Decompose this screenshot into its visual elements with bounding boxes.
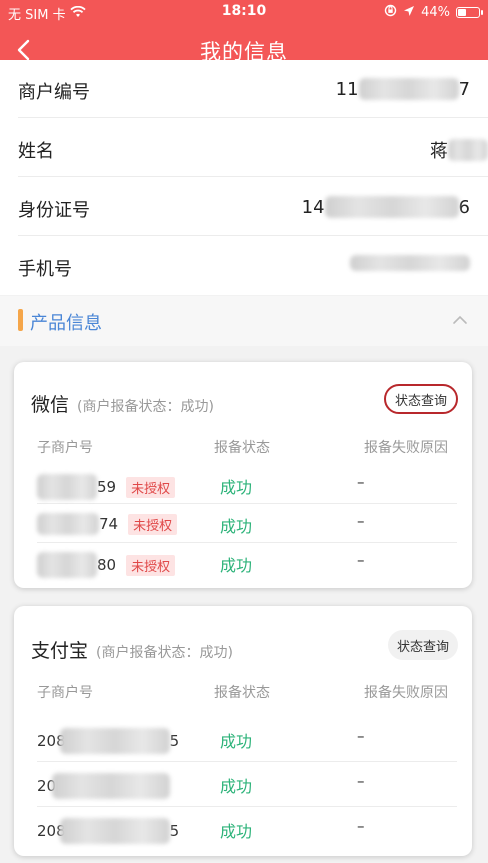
column-header-status: 报备状态 [214,440,270,456]
value-prefix: 11 [335,78,359,100]
value-prefix: 14 [301,196,325,218]
status-query-button[interactable]: 状态查询 [387,630,458,660]
info-row-name: 姓名 蒋 [18,118,488,177]
id-suffix: 5 [169,732,180,750]
info-row-id-card: 身份证号 14 6 [18,177,488,236]
info-value [350,255,470,271]
info-label: 姓名 [18,141,54,162]
value-prefix: 蒋 [430,141,448,162]
masked-value [324,196,459,218]
fail-reason: – [357,727,365,745]
masked-value [59,728,170,754]
column-header-reason: 报备失败原因 [364,685,448,701]
battery-percent: 44% [421,5,450,20]
report-status: 成功 [220,478,253,497]
info-label: 商户编号 [18,82,90,103]
column-header-submerchant: 子商户号 [37,440,93,456]
submerchant-id: 74 未授权 [37,513,178,535]
unauthorized-tag: 未授权 [126,554,176,576]
report-status: 成功 [220,517,253,536]
fail-reason: – [357,817,365,835]
submerchant-id: 80 未授权 [37,552,176,578]
wechat-card: 微信 (商户报备状态：成功) 状态查询 子商户号 报备状态 报备失败原因 59 未… [14,362,472,588]
masked-value [37,552,97,578]
section-accent-bar [18,309,23,331]
column-header-status: 报备状态 [214,685,270,701]
info-value: 14 6 [302,196,470,218]
masked-value [350,255,470,271]
table-row: 20 成功 – [37,762,457,807]
table-row: 59 未授权 成功 – [37,465,457,504]
report-status: 成功 [220,732,253,751]
masked-value [37,474,97,500]
report-status-text: (商户报备状态：成功) [96,645,233,661]
id-suffix: 74 [99,515,119,533]
info-row-phone: 手机号 [18,236,488,295]
card-title: 支付宝 (商户报备状态：成功) [31,636,233,663]
info-value: 蒋 [430,137,488,163]
unauthorized-tag: 未授权 [128,513,178,535]
battery-level [458,9,467,16]
fail-reason: – [357,512,365,530]
table-row: 80 未授权 成功 – [37,543,457,582]
masked-value [52,773,171,799]
id-suffix: 80 [97,556,117,574]
info-label: 手机号 [18,259,72,280]
info-label: 身份证号 [18,200,90,221]
value-suffix: 6 [458,196,470,218]
submerchant-id: 20 [37,773,171,799]
channel-name: 微信 [31,394,70,416]
column-header-reason: 报备失败原因 [364,440,448,456]
status-bar-right: 44% [384,4,483,21]
channel-name: 支付宝 [31,640,89,662]
submerchant-id: 208 5 [37,728,179,754]
column-header-submerchant: 子商户号 [37,685,93,701]
table-row: 208 5 成功 – [37,716,457,762]
masked-value [59,818,170,844]
value-suffix: 7 [458,78,470,100]
alipay-card: 支付宝 (商户报备状态：成功) 状态查询 子商户号 报备状态 报备失败原因 208… [14,606,472,856]
product-info-section-header[interactable]: 产品信息 [0,296,488,346]
report-status: 成功 [220,556,253,575]
table-row: 208 5 成功 – [37,807,457,851]
report-status: 成功 [220,822,253,841]
masked-value [358,78,459,100]
unauthorized-tag: 未授权 [126,476,176,498]
status-query-button[interactable]: 状态查询 [383,384,458,414]
report-status-text: (商户报备状态：成功) [77,399,214,415]
merchant-info-list: 商户编号 11 7 姓名 蒋 身份证号 14 6 手机号 [0,60,488,295]
status-bar: 无 SIM 卡 18:10 44% [0,0,488,24]
id-suffix: 59 [97,478,117,496]
card-title: 微信 (商户报备状态：成功) [31,390,214,417]
battery-icon [456,7,483,18]
fail-reason: – [357,772,365,790]
submerchant-id: 59 未授权 [37,474,176,500]
id-suffix: 5 [169,822,180,840]
submerchant-id: 208 5 [37,818,179,844]
fail-reason: – [357,473,365,491]
masked-value [37,513,99,535]
location-icon [403,5,415,21]
fail-reason: – [357,551,365,569]
info-row-merchant-id: 商户编号 11 7 [18,60,488,118]
masked-value [448,139,488,161]
chevron-up-icon[interactable] [450,310,470,330]
report-status: 成功 [220,777,253,796]
table-row: 74 未授权 成功 – [37,504,457,543]
orientation-lock-icon [384,4,397,21]
info-value: 11 7 [336,78,470,100]
section-title: 产品信息 [30,313,102,334]
